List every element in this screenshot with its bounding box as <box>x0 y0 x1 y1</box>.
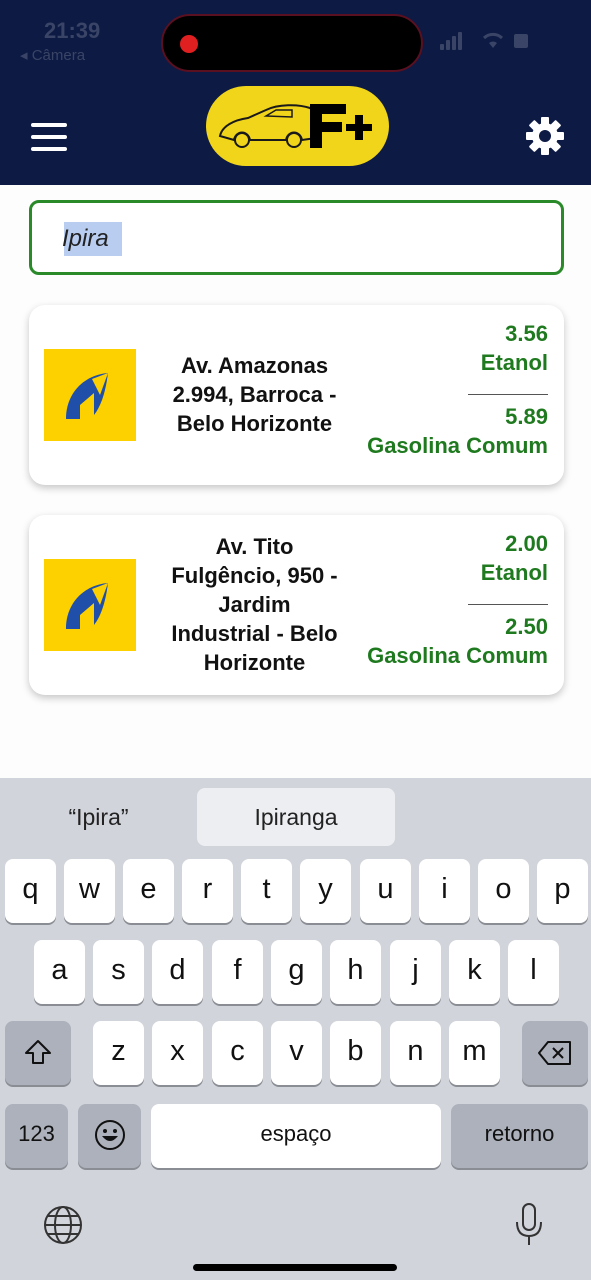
emoji-key[interactable] <box>78 1104 141 1168</box>
key-a[interactable]: a <box>34 940 85 1004</box>
etanol-label: Etanol <box>480 350 548 375</box>
microphone-icon[interactable] <box>512 1202 546 1248</box>
numbers-key[interactable]: 123 <box>5 1104 68 1168</box>
ipiranga-brand-icon <box>44 349 136 441</box>
key-p[interactable]: p <box>537 859 588 923</box>
key-e[interactable]: e <box>123 859 174 923</box>
key-i[interactable]: i <box>419 859 470 923</box>
recording-indicator-icon <box>180 35 198 53</box>
key-k[interactable]: k <box>449 940 500 1004</box>
wifi-icon <box>482 32 504 48</box>
status-icons <box>440 30 540 50</box>
station-card[interactable]: Av. Amazonas 2.994, Barroca - Belo Horiz… <box>29 305 564 485</box>
price-divider <box>468 604 548 605</box>
home-indicator <box>193 1264 397 1271</box>
etanol-price: 2.00 <box>505 531 548 556</box>
backspace-key[interactable] <box>522 1021 588 1085</box>
backspace-icon <box>538 1041 571 1065</box>
etanol-price: 3.56 <box>505 321 548 346</box>
globe-icon[interactable] <box>42 1204 84 1246</box>
price-list: 2.00 Etanol 2.50 Gasolina Comum <box>348 515 548 695</box>
search-input[interactable] <box>62 221 532 257</box>
price-list: 3.56 Etanol 5.89 Gasolina Comum <box>348 305 548 485</box>
shift-key[interactable] <box>5 1021 71 1085</box>
key-h[interactable]: h <box>330 940 381 1004</box>
price-divider <box>468 394 548 395</box>
key-c[interactable]: c <box>212 1021 263 1085</box>
signal-icon <box>440 44 444 50</box>
key-t[interactable]: t <box>241 859 292 923</box>
car-logo-icon <box>206 86 389 166</box>
key-j[interactable]: j <box>390 940 441 1004</box>
station-address: Av. Tito Fulgêncio, 950 - Jardim Industr… <box>171 534 338 675</box>
dynamic-island <box>161 14 423 72</box>
key-z[interactable]: z <box>93 1021 144 1085</box>
key-r[interactable]: r <box>182 859 233 923</box>
ipiranga-brand-icon <box>44 559 136 651</box>
status-time: 21:39 <box>44 18 101 43</box>
etanol-label: Etanol <box>480 560 548 585</box>
search-field[interactable] <box>29 200 564 275</box>
return-key[interactable]: retorno <box>451 1104 588 1168</box>
station-card[interactable]: Av. Tito Fulgêncio, 950 - Jardim Industr… <box>29 515 564 695</box>
key-o[interactable]: o <box>478 859 529 923</box>
gasolina-label: Gasolina Comum <box>367 433 548 458</box>
key-m[interactable]: m <box>449 1021 500 1085</box>
gasolina-price: 2.50 <box>505 614 548 639</box>
emoji-icon <box>94 1120 125 1150</box>
key-w[interactable]: w <box>64 859 115 923</box>
key-u[interactable]: u <box>360 859 411 923</box>
key-v[interactable]: v <box>271 1021 322 1085</box>
key-b[interactable]: b <box>330 1021 381 1085</box>
key-d[interactable]: d <box>152 940 203 1004</box>
key-f[interactable]: f <box>212 940 263 1004</box>
suggestion-word[interactable]: Ipiranga <box>197 788 395 846</box>
key-x[interactable]: x <box>152 1021 203 1085</box>
key-q[interactable]: q <box>5 859 56 923</box>
key-n[interactable]: n <box>390 1021 441 1085</box>
back-to-camera-link[interactable]: ◂ Câmera <box>20 46 85 64</box>
key-g[interactable]: g <box>271 940 322 1004</box>
app-header: 21:39 ◂ Câmera <box>0 0 591 185</box>
shift-icon <box>25 1040 51 1064</box>
station-address: Av. Amazonas 2.994, Barroca - Belo Horiz… <box>172 353 337 436</box>
battery-icon <box>514 34 528 48</box>
key-l[interactable]: l <box>508 940 559 1004</box>
menu-icon[interactable] <box>31 123 67 151</box>
gasolina-label: Gasolina Comum <box>367 643 548 668</box>
keyboard: “Ipira” Ipiranga q w e r t y u i o p a s… <box>0 778 591 1280</box>
suggestion-literal[interactable]: “Ipira” <box>0 788 197 846</box>
settings-gear-icon[interactable] <box>526 117 564 155</box>
space-key[interactable]: espaço <box>151 1104 441 1168</box>
key-s[interactable]: s <box>93 940 144 1004</box>
key-y[interactable]: y <box>300 859 351 923</box>
gasolina-price: 5.89 <box>505 404 548 429</box>
